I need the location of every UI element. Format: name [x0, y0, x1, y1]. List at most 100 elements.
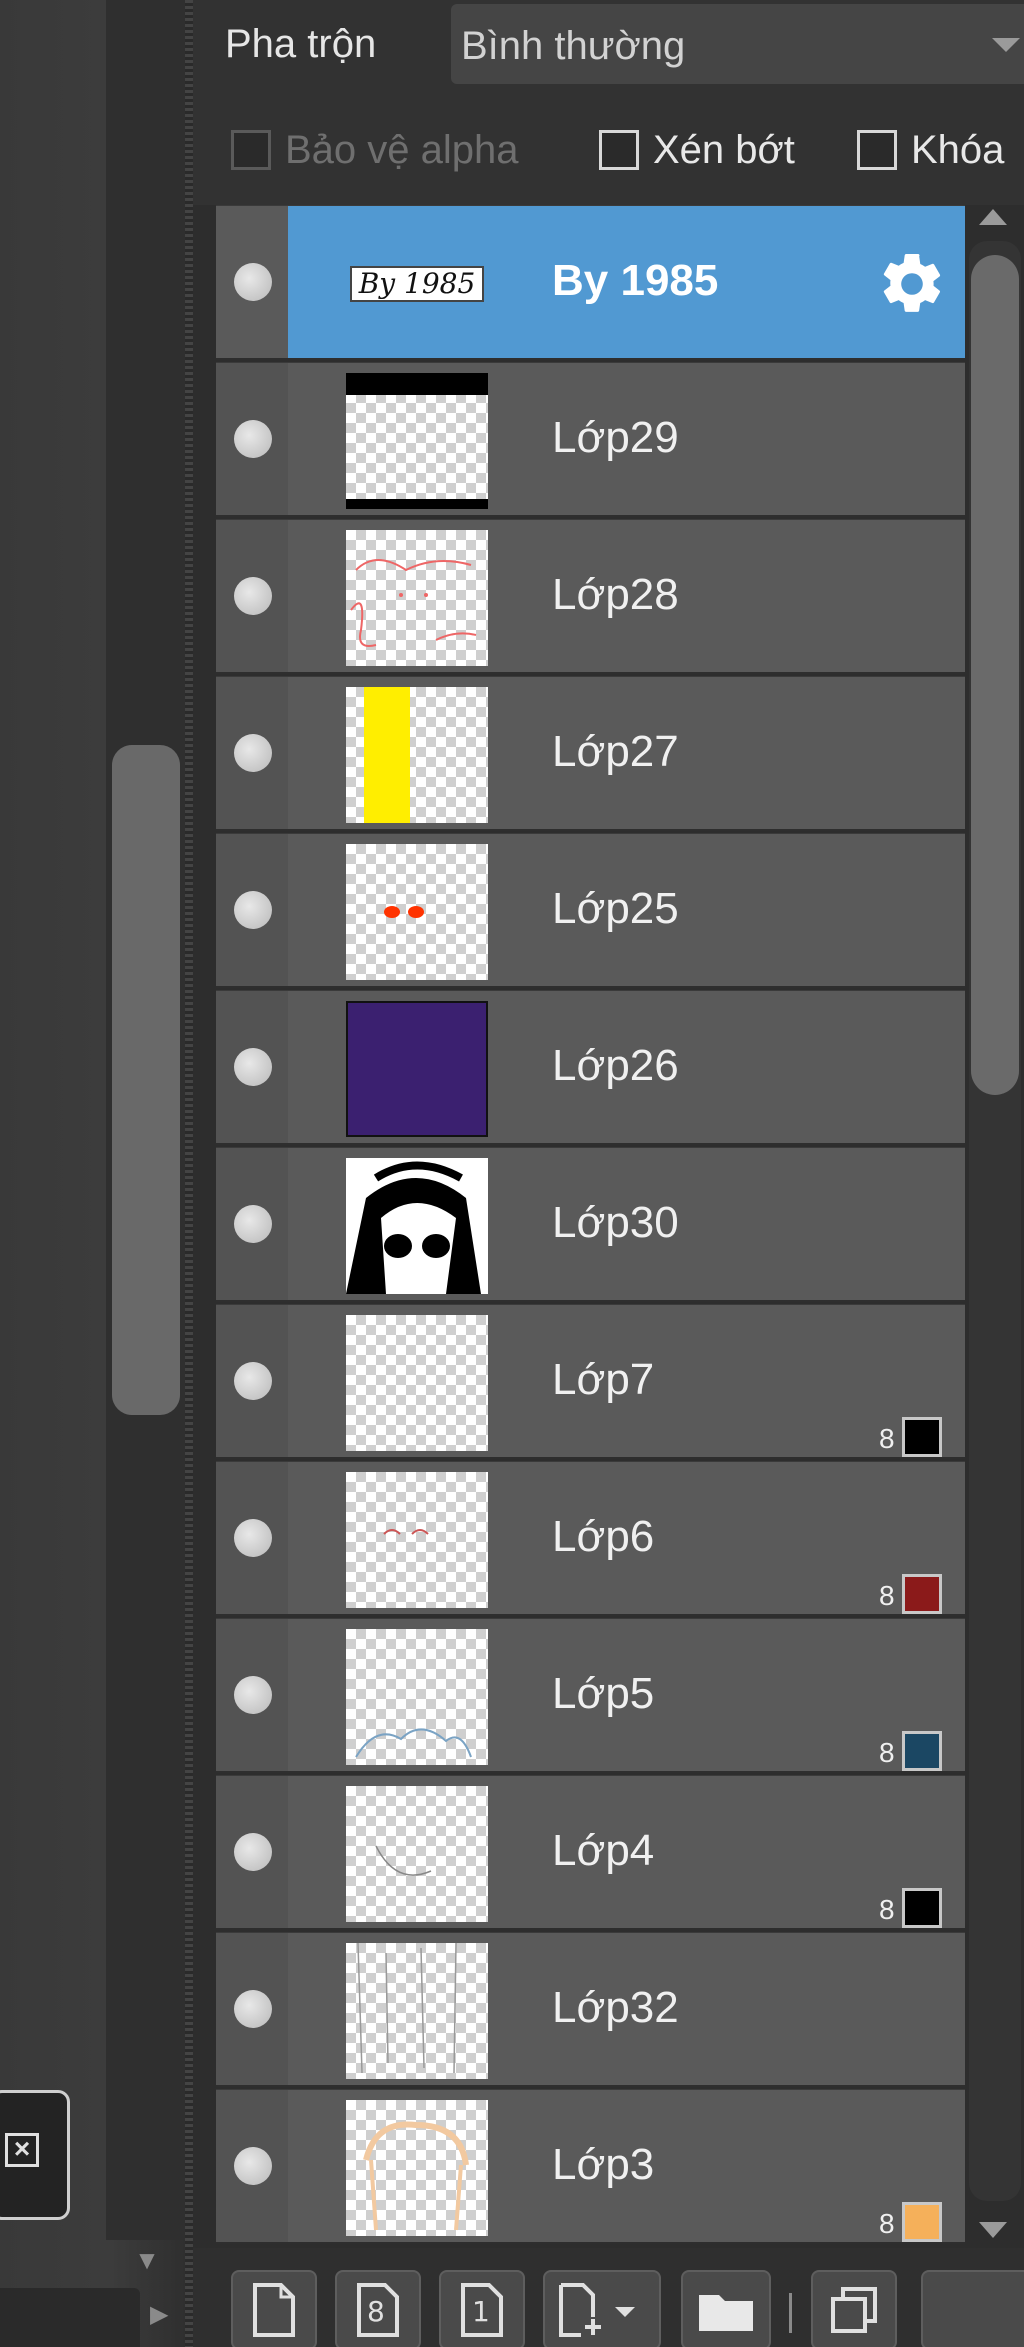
layer-bit-depth: 8 [879, 1737, 895, 1768]
layer-color-swatch[interactable] [902, 1731, 942, 1771]
scroll-down-icon[interactable] [979, 2222, 1007, 2238]
visibility-toggle[interactable] [216, 991, 288, 1143]
clip-checkbox[interactable]: Xén bớt [599, 125, 795, 175]
eye-dot-icon [234, 1990, 272, 2028]
new-8bit-layer-button[interactable]: 8 [335, 2270, 421, 2347]
visibility-toggle[interactable] [216, 520, 288, 672]
layer-options-row: Bảo vệ alpha Xén bớt Khóa [193, 95, 1024, 205]
visibility-toggle[interactable] [216, 1933, 288, 2085]
layer-color-swatch[interactable] [902, 2202, 942, 2242]
layer-color-swatch[interactable] [902, 1417, 942, 1457]
layer-row[interactable]: Lớp28 [216, 519, 965, 674]
layer-name: Lớp28 [552, 570, 679, 619]
layer-name: Lớp4 [552, 1826, 655, 1875]
layer-name: By 1985 [552, 256, 719, 305]
visibility-toggle[interactable] [216, 1148, 288, 1300]
scrollbar-thumb[interactable] [971, 255, 1019, 1095]
layer-thumbnail [346, 530, 488, 666]
layer-row[interactable]: Lớp5 8 [216, 1618, 965, 1773]
folder-icon [699, 2295, 753, 2331]
layer-name: Lớp26 [552, 1041, 679, 1090]
layer-thumbnail [346, 1315, 488, 1451]
eye-dot-icon [234, 263, 272, 301]
checkbox-box [231, 130, 271, 170]
layer-name: Lớp5 [552, 1669, 655, 1718]
protect-alpha-checkbox[interactable]: Bảo vệ alpha [231, 125, 519, 175]
eye-dot-icon [234, 1205, 272, 1243]
layer-list[interactable]: By 1985 By 1985 Lớp29 Lớp28 Lớp27 Lớp25 … [216, 205, 965, 2248]
visibility-toggle[interactable] [216, 206, 288, 358]
left-scrollbar-thumb[interactable] [112, 745, 180, 1415]
blend-mode-value: Bình thường [461, 24, 686, 68]
eye-dot-icon [234, 2147, 272, 2185]
gear-icon[interactable] [876, 248, 948, 320]
blend-mode-select[interactable]: Bình thường [451, 4, 1024, 84]
add-page-icon [559, 2283, 635, 2337]
left-bottom-bar [0, 2288, 140, 2347]
panel-splitter[interactable] [185, 0, 193, 2347]
left-scroll-down-icon[interactable]: ▼ [132, 2245, 162, 2275]
new-1bit-layer-button[interactable]: 1 [439, 2270, 525, 2347]
thumbnail-text: By 1985 [350, 266, 484, 302]
layer-row[interactable]: Lớp32 [216, 1932, 965, 2087]
layer-row[interactable]: By 1985 By 1985 [216, 205, 965, 360]
new-page-icon [253, 2283, 295, 2337]
layer-row[interactable]: Lớp3 8 [216, 2089, 965, 2244]
layer-bit-depth: 8 [879, 1580, 895, 1611]
layer-bit-depth: 8 [879, 1894, 895, 1925]
layer-row[interactable]: Lớp4 8 [216, 1775, 965, 1930]
visibility-toggle[interactable] [216, 1619, 288, 1771]
eye-dot-icon [234, 1048, 272, 1086]
layer-thumbnail [346, 1629, 488, 1765]
new-8bit-page-icon: 8 [355, 2283, 401, 2337]
layer-list-scrollbar[interactable] [965, 205, 1024, 2248]
close-button[interactable]: × [0, 2090, 70, 2220]
layer-color-swatch[interactable] [902, 1574, 942, 1614]
add-layer-dropdown-button[interactable] [543, 2270, 661, 2347]
layer-name: Lớp25 [552, 884, 679, 933]
clip-label: Xén bớt [653, 127, 795, 172]
layer-toolbar: 8 1 [193, 2248, 1024, 2347]
visibility-toggle[interactable] [216, 677, 288, 829]
blend-mode-label: Pha trộn [225, 22, 377, 66]
scroll-up-icon[interactable] [979, 209, 1007, 225]
layer-row[interactable]: Lớp25 [216, 833, 965, 988]
layer-name: Lớp7 [552, 1355, 655, 1404]
layer-thumbnail: By 1985 [346, 216, 488, 352]
layer-name: Lớp32 [552, 1983, 679, 2032]
eye-dot-icon [234, 734, 272, 772]
visibility-toggle[interactable] [216, 2090, 288, 2242]
more-toolbar-button[interactable] [921, 2270, 1024, 2347]
layer-row[interactable]: Lớp26 [216, 990, 965, 1145]
duplicate-layer-button[interactable] [811, 2270, 897, 2347]
lock-checkbox[interactable]: Khóa [857, 125, 1004, 175]
layer-row[interactable]: Lớp29 [216, 362, 965, 517]
new-folder-button[interactable] [681, 2270, 771, 2347]
layer-bit-depth: 8 [879, 1423, 895, 1454]
layer-name: Lớp29 [552, 413, 679, 462]
visibility-toggle[interactable] [216, 1305, 288, 1457]
lock-label: Khóa [911, 127, 1005, 172]
layer-row[interactable]: Lớp6 8 [216, 1461, 965, 1616]
layer-bit-depth: 8 [879, 2208, 895, 2239]
new-1bit-page-icon: 1 [459, 2283, 505, 2337]
eye-dot-icon [234, 420, 272, 458]
layer-thumbnail [346, 1786, 488, 1922]
layer-color-swatch[interactable] [902, 1888, 942, 1928]
bit-depth-1-label: 1 [472, 2295, 490, 2328]
layer-row[interactable]: Lớp7 8 [216, 1304, 965, 1459]
eye-dot-icon [234, 1362, 272, 1400]
layer-thumbnail [346, 844, 488, 980]
layer-row[interactable]: Lớp30 [216, 1147, 965, 1302]
visibility-toggle[interactable] [216, 363, 288, 515]
layer-row[interactable]: Lớp27 [216, 676, 965, 831]
visibility-toggle[interactable] [216, 1776, 288, 1928]
visibility-toggle[interactable] [216, 1462, 288, 1614]
expand-arrow-icon[interactable]: ▶ [150, 2300, 168, 2329]
layer-thumbnail [346, 373, 488, 509]
eye-dot-icon [234, 891, 272, 929]
checkbox-box [599, 130, 639, 170]
new-layer-button[interactable] [231, 2270, 317, 2347]
visibility-toggle[interactable] [216, 834, 288, 986]
blend-mode-row: Pha trộn Bình thường [193, 0, 1024, 95]
